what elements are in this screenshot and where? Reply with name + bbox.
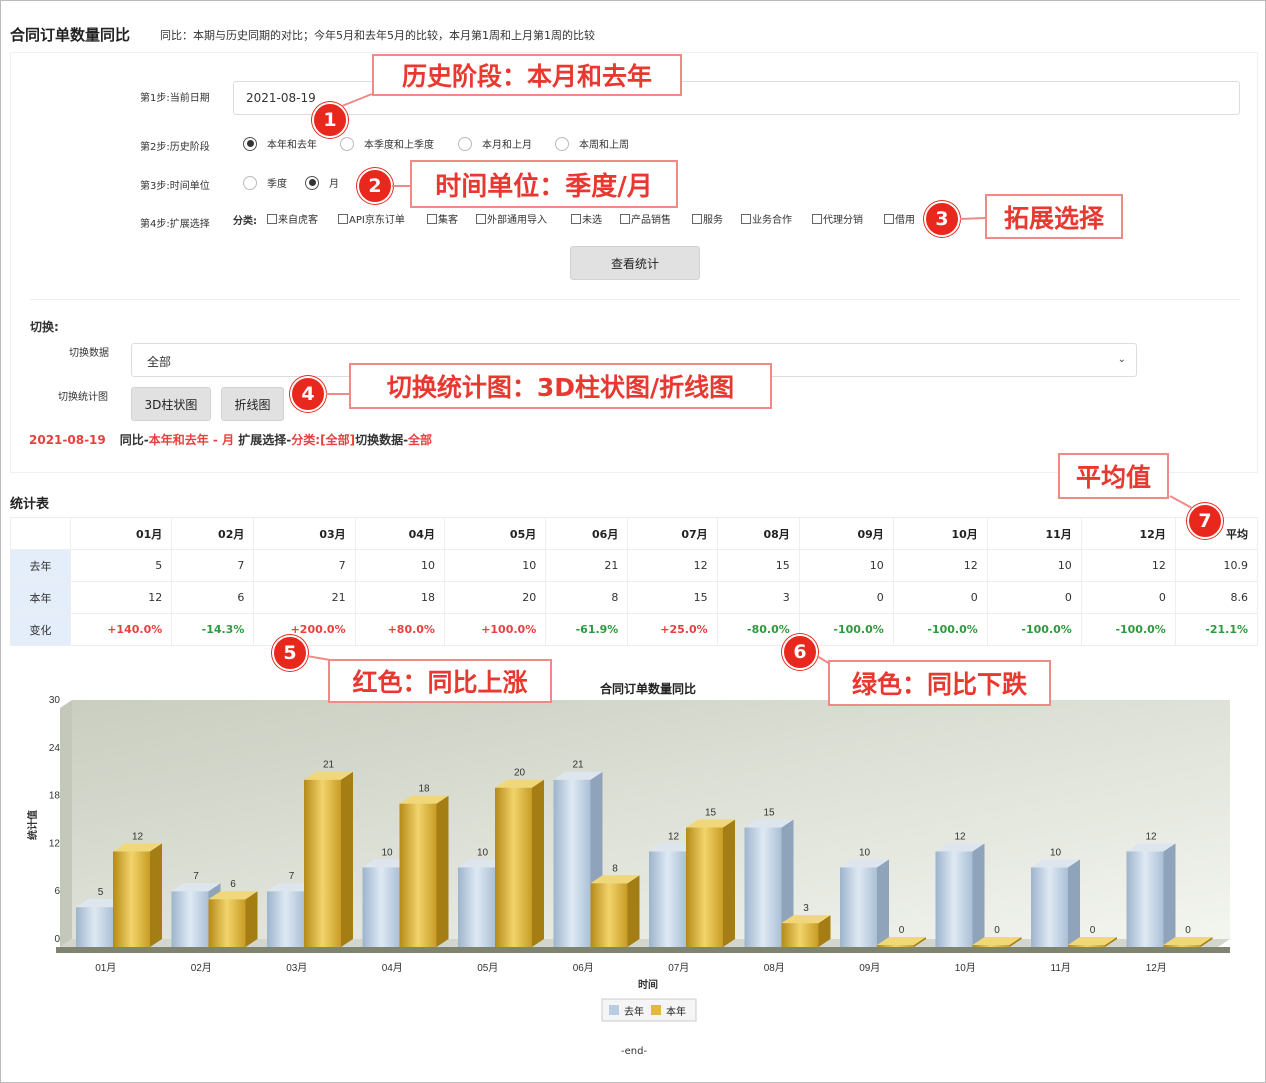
bar-chart: 合同订单数量同比0612182430统计值51201月7602月72103月10… bbox=[26, 681, 1230, 1022]
bar bbox=[208, 899, 246, 947]
x-tick-label: 08月 bbox=[764, 962, 785, 974]
data-label: 7 bbox=[289, 871, 295, 882]
bar bbox=[458, 867, 495, 947]
bar-side bbox=[532, 779, 544, 947]
data-label: 12 bbox=[954, 831, 966, 842]
x-tick-label: 09月 bbox=[859, 962, 880, 974]
x-axis-label: 时间 bbox=[638, 978, 658, 991]
bar-side bbox=[436, 795, 449, 947]
legend-label: 本年 bbox=[666, 1005, 686, 1018]
bar bbox=[171, 891, 209, 947]
bar bbox=[304, 779, 341, 947]
x-tick-label: 07月 bbox=[668, 962, 689, 974]
bar-side bbox=[972, 843, 985, 947]
bar bbox=[877, 945, 914, 947]
bar bbox=[1031, 867, 1068, 947]
y-tick-label: 24 bbox=[49, 743, 61, 754]
bar bbox=[553, 779, 591, 947]
x-tick-label: 03月 bbox=[286, 962, 307, 974]
bar bbox=[781, 923, 819, 947]
y-axis-label: 统计值 bbox=[26, 810, 39, 840]
bar bbox=[1068, 945, 1105, 947]
x-tick-label: 10月 bbox=[955, 962, 976, 974]
x-tick-label: 01月 bbox=[95, 962, 116, 974]
data-label: 10 bbox=[381, 847, 393, 858]
end-marker: -end- bbox=[621, 1046, 648, 1057]
legend-label: 去年 bbox=[624, 1005, 644, 1018]
data-label: 0 bbox=[1185, 925, 1191, 936]
bar bbox=[495, 787, 532, 947]
bar-side bbox=[150, 843, 162, 947]
chart-side-wall bbox=[60, 700, 72, 947]
data-label: 21 bbox=[572, 760, 584, 771]
data-label: 0 bbox=[1090, 925, 1096, 936]
data-label: 10 bbox=[859, 847, 871, 858]
data-label: 15 bbox=[763, 808, 775, 819]
data-label: 10 bbox=[477, 847, 489, 858]
data-label: 8 bbox=[612, 863, 618, 874]
x-tick-label: 06月 bbox=[573, 962, 594, 974]
bar bbox=[1163, 945, 1201, 947]
bar bbox=[686, 827, 723, 947]
bar bbox=[649, 851, 686, 947]
data-label: 12 bbox=[668, 831, 680, 842]
legend-swatch bbox=[609, 1005, 619, 1015]
bar bbox=[744, 827, 782, 947]
data-label: 5 bbox=[98, 887, 104, 898]
bar bbox=[76, 907, 113, 947]
x-tick-label: 11月 bbox=[1051, 962, 1071, 974]
bar-side bbox=[877, 859, 889, 947]
bar-side bbox=[1068, 859, 1080, 947]
x-tick-label: 02月 bbox=[191, 962, 212, 974]
x-tick-label: 05月 bbox=[477, 962, 498, 974]
bar bbox=[590, 883, 628, 947]
bar bbox=[972, 945, 1010, 947]
bar bbox=[840, 867, 877, 947]
y-tick-label: 18 bbox=[49, 791, 61, 802]
y-tick-label: 6 bbox=[54, 886, 60, 897]
bar bbox=[267, 891, 304, 947]
bar bbox=[1126, 851, 1164, 947]
data-label: 0 bbox=[899, 925, 905, 936]
connector-line bbox=[816, 655, 831, 665]
connector-line bbox=[306, 655, 331, 661]
bar-side bbox=[1163, 843, 1176, 947]
data-label: 18 bbox=[418, 784, 430, 795]
data-label: 12 bbox=[132, 831, 144, 842]
chart-floor-edge bbox=[56, 947, 1230, 953]
data-label: 21 bbox=[323, 760, 335, 771]
data-label: 10 bbox=[1050, 847, 1062, 858]
data-label: 0 bbox=[994, 925, 1000, 936]
x-tick-label: 04月 bbox=[382, 962, 403, 974]
data-label: 12 bbox=[1145, 831, 1157, 842]
bar bbox=[362, 867, 400, 947]
bar-side bbox=[245, 891, 258, 947]
bar bbox=[935, 851, 973, 947]
bar bbox=[399, 803, 437, 947]
y-tick-label: 0 bbox=[54, 934, 60, 945]
bar-side bbox=[723, 819, 735, 947]
connector-line bbox=[1169, 495, 1193, 509]
annotation-connectors bbox=[306, 93, 1193, 665]
connector-line bbox=[341, 93, 373, 107]
legend-swatch bbox=[651, 1005, 661, 1015]
data-label: 20 bbox=[514, 768, 526, 779]
data-label: 15 bbox=[705, 808, 717, 819]
bar-side bbox=[627, 875, 640, 947]
bar bbox=[113, 851, 150, 947]
data-label: 3 bbox=[803, 903, 809, 914]
data-label: 6 bbox=[230, 879, 236, 890]
x-tick-label: 12月 bbox=[1146, 962, 1167, 974]
bar-side bbox=[341, 771, 353, 947]
y-tick-label: 12 bbox=[49, 838, 61, 849]
connector-line bbox=[959, 217, 986, 220]
data-label: 7 bbox=[193, 871, 199, 882]
